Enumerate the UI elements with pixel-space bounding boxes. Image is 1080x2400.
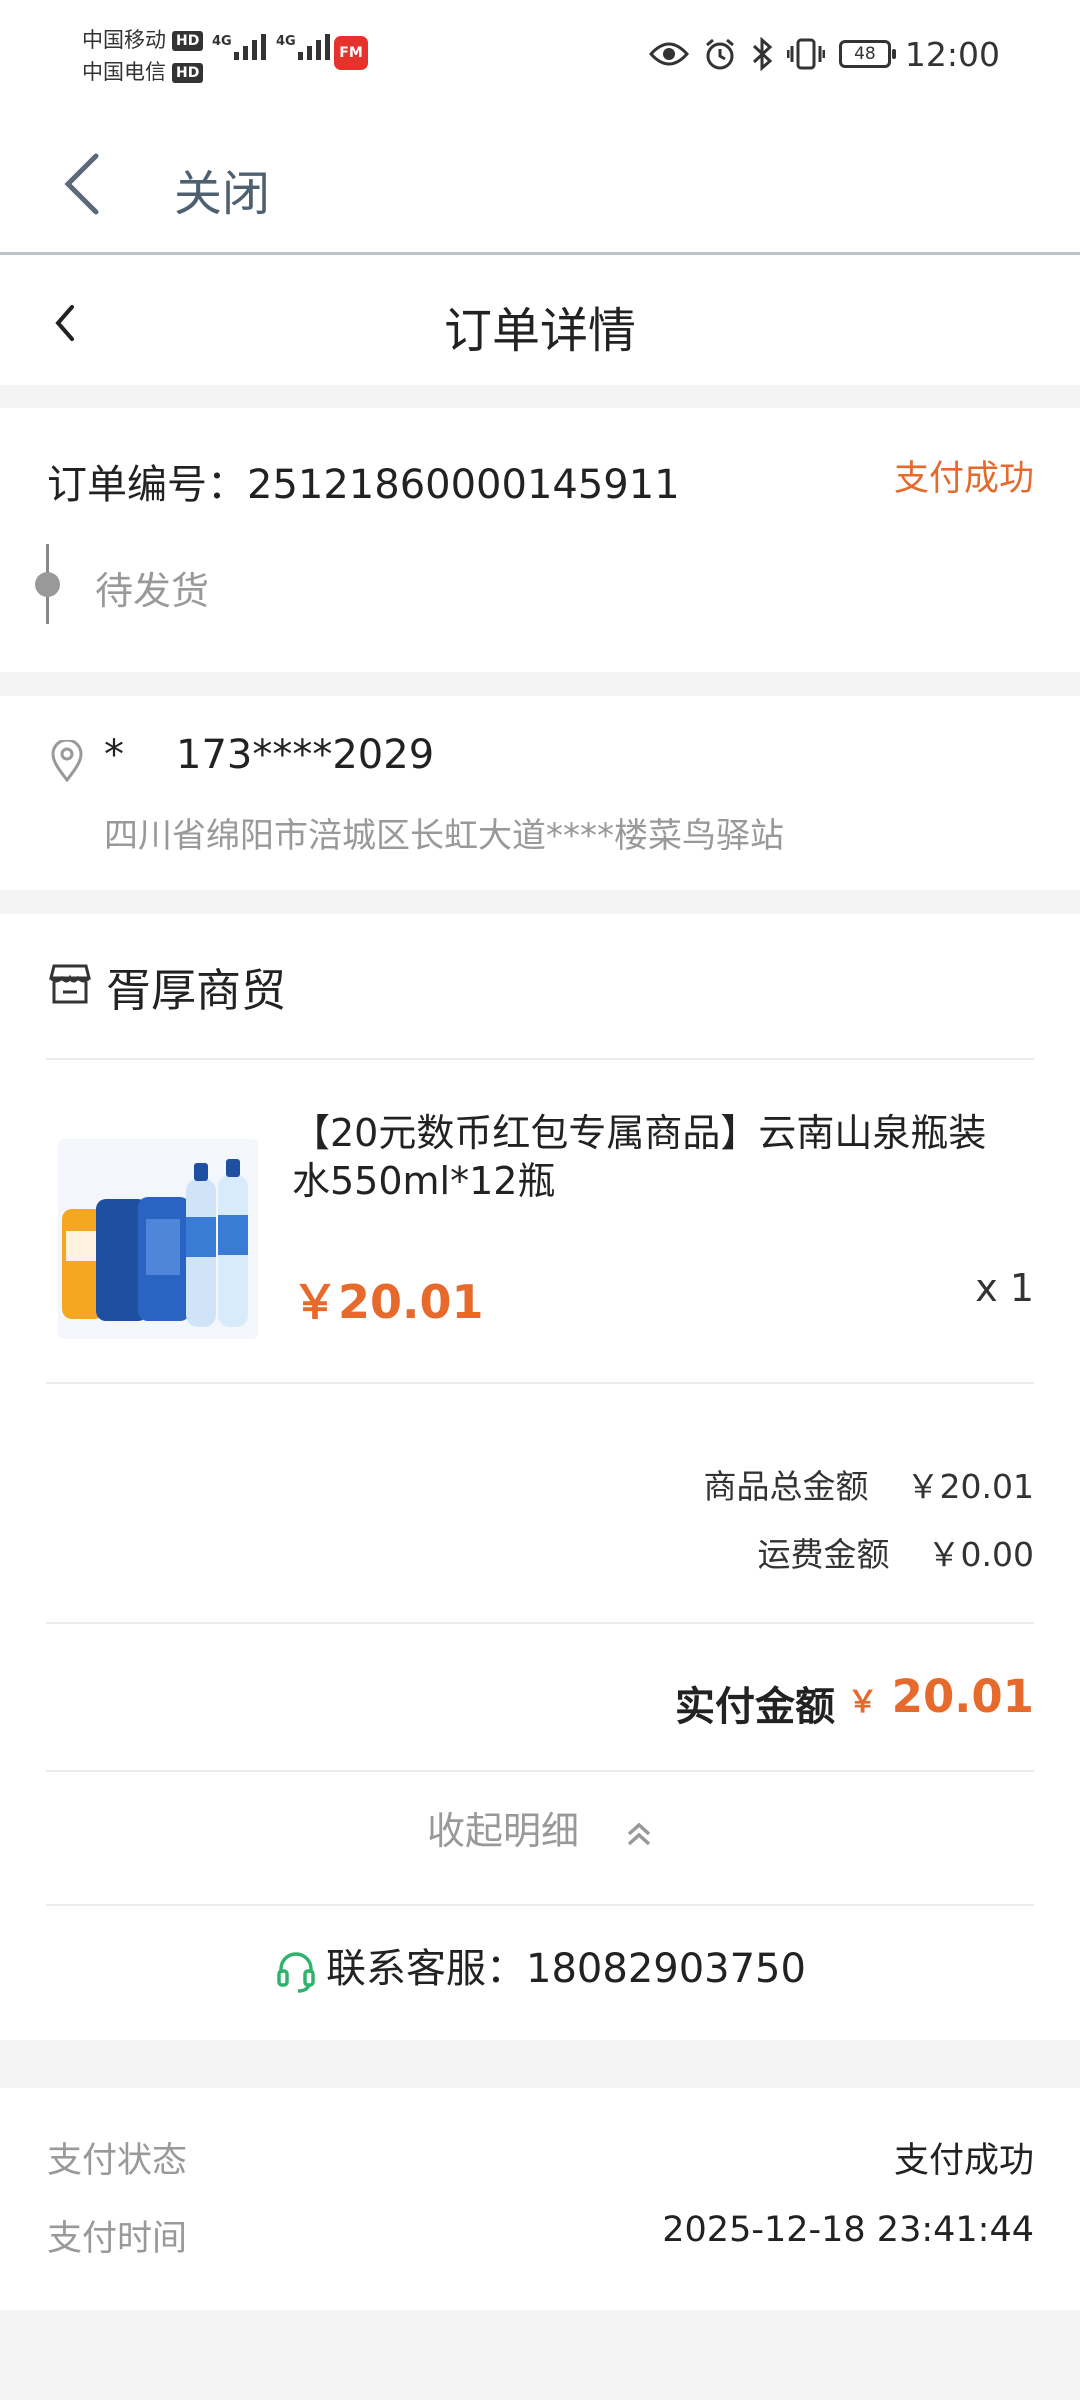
signal-2-icon <box>298 34 330 60</box>
timeline-dot <box>35 572 60 597</box>
address-line: 四川省绵阳市涪城区长虹大道****楼菜鸟驿站 <box>104 816 784 856</box>
product-image[interactable] <box>58 1139 258 1339</box>
hd-badge: HD <box>172 31 204 51</box>
page-header: 订单详情 <box>0 255 1080 385</box>
payment-status-label: 支付状态 <box>47 2141 188 2181</box>
network-type-1: 4G <box>212 34 232 49</box>
order-info-card: 订单编号：25121860000145911 支付成功 待发货 <box>0 408 1080 672</box>
goods-total-label: 商品总金额 <box>703 1467 869 1506</box>
close-bar: 关闭 <box>0 108 1080 255</box>
carrier-1-text: 中国移动 <box>82 28 166 52</box>
collapse-details-button[interactable]: 收起明细 <box>0 1800 1080 1855</box>
divider <box>46 1382 1034 1384</box>
page-title: 订单详情 <box>443 303 636 359</box>
recipient-name: * <box>104 732 124 778</box>
recipient-phone: 173****2029 <box>176 732 435 778</box>
payment-info-card: 支付状态 支付成功 支付时间 2025-12-18 23:41:44 <box>0 2088 1080 2310</box>
product-title[interactable]: 【20元数币红包专属商品】云南山泉瓶装水550ml*12瓶 <box>292 1109 1012 1205</box>
shipping-progress: 待发货 <box>95 569 210 613</box>
shipping-row: 运费金额 ￥0.00 <box>758 1528 1034 1576</box>
divider <box>46 1904 1034 1906</box>
shipping-value: ￥0.00 <box>927 1535 1034 1574</box>
status-bar: 中国移动 HD 中国电信 HD 4G 4G FM 48 12:00 <box>0 0 1080 108</box>
carrier-2: 中国电信 HD <box>82 56 204 86</box>
product-price: ￥20.01 <box>292 1275 484 1329</box>
store-order-card: 胥厚商贸 【20元数币红包专属商品】云南山泉瓶装水550ml*12瓶 ￥ 20.0… <box>0 914 1080 2040</box>
order-number-value: 25121860000145911 <box>247 462 680 508</box>
order-number-label: 订单编号： <box>47 462 247 508</box>
fm-app-icon: FM <box>334 36 368 70</box>
goods-total-value: ￥20.01 <box>906 1467 1034 1506</box>
address-card[interactable]: * 173****2029 四川省绵阳市涪城区长虹大道****楼菜鸟驿站 <box>0 696 1080 890</box>
order-number: 订单编号：25121860000145911 <box>47 452 680 510</box>
service-phone[interactable]: 18082903750 <box>526 1946 806 1992</box>
eye-icon <box>648 42 689 66</box>
divider <box>46 1058 1034 1060</box>
vibrate-icon <box>786 38 825 70</box>
payment-time-label: 支付时间 <box>47 2219 188 2259</box>
shipping-label: 运费金额 <box>757 1535 890 1574</box>
paid-currency: ￥ <box>847 1685 878 1720</box>
store-icon <box>49 964 91 1004</box>
location-pin-icon <box>51 740 83 782</box>
product-quantity: x 1 <box>975 1266 1034 1310</box>
alarm-icon <box>705 38 734 70</box>
goods-total-row: 商品总金额 ￥20.01 <box>704 1460 1034 1508</box>
paid-amount-value: 20.01 <box>891 1670 1034 1723</box>
double-chevron-up-icon <box>627 1822 651 1845</box>
signal-1-icon <box>234 34 266 60</box>
service-label: 联系客服： <box>326 1946 527 1992</box>
close-button[interactable]: 关闭 <box>174 154 270 224</box>
payment-status-value: 支付成功 <box>893 2141 1034 2181</box>
divider <box>46 1622 1034 1624</box>
collapse-label: 收起明细 <box>426 1809 579 1853</box>
payment-time-value: 2025-12-18 23:41:44 <box>662 2210 1034 2250</box>
carrier-2-text: 中国电信 <box>82 60 166 84</box>
back-arrow-icon[interactable] <box>62 152 102 216</box>
recipient: * 173****2029 <box>104 732 434 778</box>
hd-badge-2: HD <box>172 63 204 83</box>
water-bottles-image <box>62 1159 248 1327</box>
bluetooth-icon <box>752 37 773 71</box>
battery-icon: 48 <box>838 40 896 68</box>
status-icons: 48 12:00 <box>648 30 1000 78</box>
paid-label: 实付金额 <box>675 1684 835 1730</box>
headset-icon <box>277 1952 315 1993</box>
carrier-1: 中国移动 HD <box>82 24 204 54</box>
contact-service-button[interactable]: 联系客服：18082903750 <box>0 1936 1080 1994</box>
clock: 12:00 <box>904 34 1000 74</box>
paid-amount: ￥ 20.01 <box>848 1670 1034 1723</box>
network-type-2: 4G <box>276 34 296 49</box>
divider <box>46 1770 1034 1772</box>
store-name[interactable]: 胥厚商贸 <box>106 954 286 1019</box>
order-status: 支付成功 <box>893 459 1034 499</box>
